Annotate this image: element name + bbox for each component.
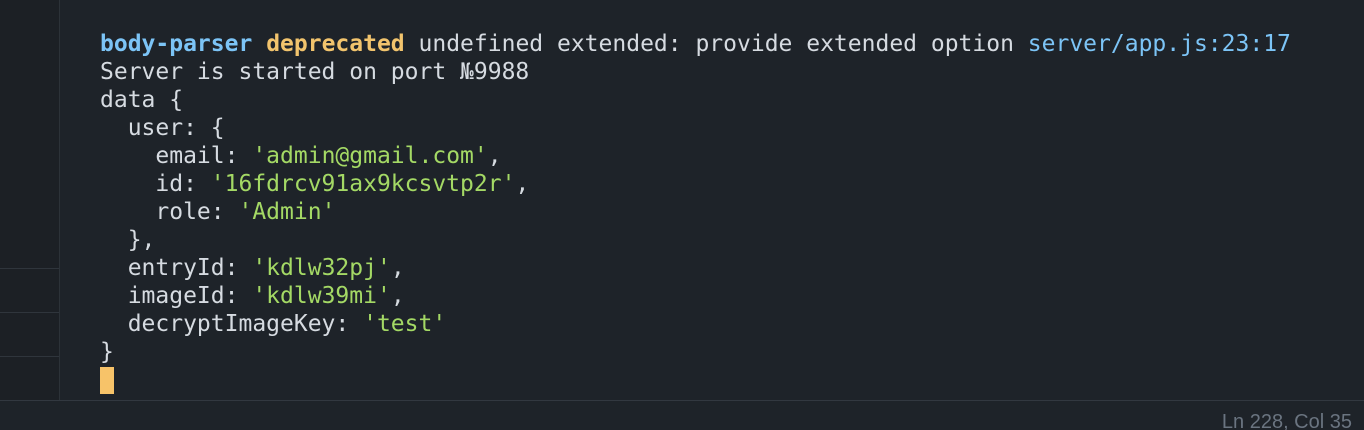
id-line: id: '16fdrcv91ax9kcsvtp2r', <box>100 170 1291 198</box>
comma: , <box>390 283 405 309</box>
id-key: id: <box>100 171 211 197</box>
email-key: email: <box>100 143 253 169</box>
terminal-lines: body-parser deprecated undefined extende… <box>100 30 1291 394</box>
decrypt-key-line: decryptImageKey: 'test' <box>100 310 1291 338</box>
comma: , <box>515 171 530 197</box>
prompt-line[interactable] <box>100 366 1291 394</box>
decrypt-key-value: 'test' <box>363 311 447 337</box>
source-location: server/app.js:23:17 <box>1027 31 1291 57</box>
panel-divider <box>0 312 59 313</box>
status-bar: Ln 228, Col 35 <box>0 400 1364 430</box>
comma: , <box>390 255 405 281</box>
data-open-line: data { <box>100 87 184 113</box>
deprecation-warning-line: body-parser deprecated undefined extende… <box>100 30 1291 58</box>
cursor-position[interactable]: Ln 228, Col 35 <box>1222 407 1352 430</box>
panel-divider <box>0 268 59 269</box>
entry-id-value: 'kdlw32pj' <box>252 255 391 281</box>
deprecation-message: undefined extended: provide extended opt… <box>404 31 1028 57</box>
image-id-value: 'kdlw39mi' <box>252 283 391 309</box>
role-line: role: 'Admin' <box>100 198 1291 226</box>
module-name: body-parser <box>100 31 253 57</box>
email-value: 'admin@gmail.com' <box>252 143 488 169</box>
entry-id-line: entryId: 'kdlw32pj', <box>100 254 1291 282</box>
entry-id-key: entryId: <box>100 255 253 281</box>
image-id-key: imageId: <box>100 283 253 309</box>
user-open-line: user: { <box>100 115 225 141</box>
panel-divider <box>0 356 59 357</box>
id-value: '16fdrcv91ax9kcsvtp2r' <box>210 171 516 197</box>
terminal-output[interactable]: body-parser deprecated undefined extende… <box>100 0 1350 400</box>
user-close-line: }, <box>100 227 156 253</box>
email-line: email: 'admin@gmail.com', <box>100 142 1291 170</box>
role-key: role: <box>100 199 239 225</box>
terminal-window: body-parser deprecated undefined extende… <box>0 0 1364 430</box>
decrypt-key-key: decryptImageKey: <box>100 311 364 337</box>
data-close-line: } <box>100 339 114 365</box>
clipped-previous-line <box>100 0 183 6</box>
deprecated-label: deprecated <box>266 31 405 57</box>
comma: , <box>487 143 502 169</box>
side-panel <box>0 0 60 400</box>
text-cursor <box>100 367 114 394</box>
server-started-line: Server is started on port №9988 <box>100 59 530 85</box>
image-id-line: imageId: 'kdlw39mi', <box>100 282 1291 310</box>
role-value: 'Admin' <box>238 199 336 225</box>
